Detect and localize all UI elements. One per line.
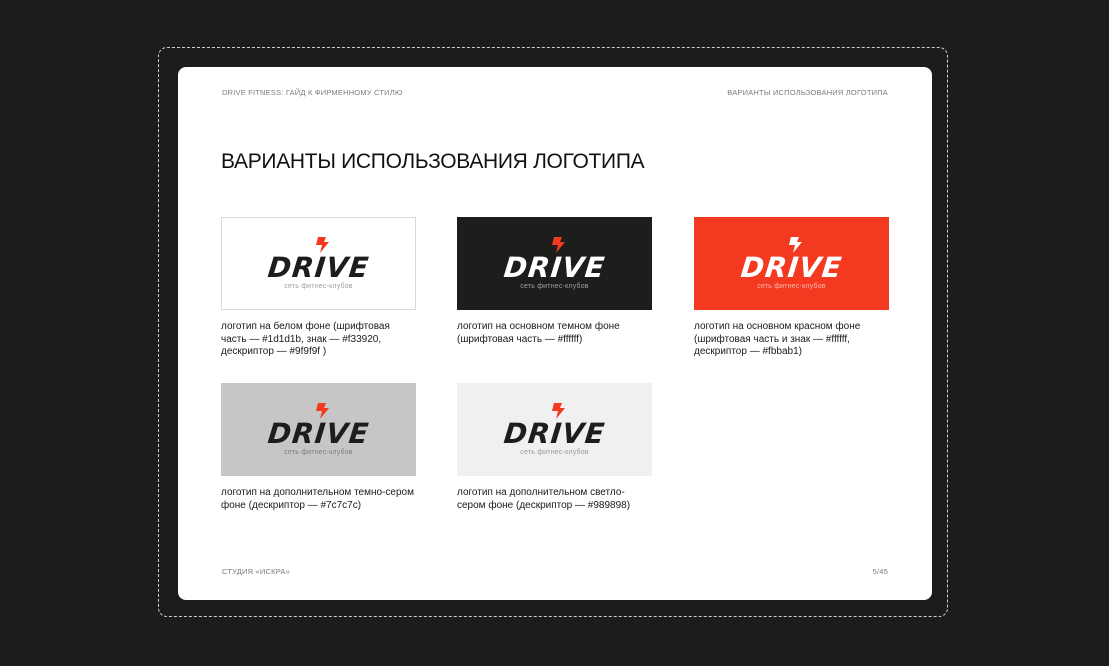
studio-name: СТУДИЯ «ИСКРА» [222,567,290,576]
logo-tile: DRIVE сеть фитнес-клубов [457,383,652,476]
logo-tile: DRIVE сеть фитнес-клубов [457,217,652,310]
logo-wordmark: DRIVE [739,251,844,284]
variant-caption: логотип на основном красном фоне (шрифто… [694,321,861,357]
logo-variant-dark: DRIVE сеть фитнес-клубов логотип на осно… [457,217,652,346]
guide-page: DRIVE FITNESS: ГАЙД К ФИРМЕННОМУ СТИЛЮ В… [178,67,932,600]
logo-variant-white: DRIVE сеть фитнес-клубов логотип на бело… [221,217,416,359]
drive-logo: DRIVE сеть фитнес-клубов [739,237,844,290]
logo-variant-dark-gray: DRIVE сеть фитнес-клубов логотип на допо… [221,383,416,512]
logo-wordmark: DRIVE [266,251,371,284]
drive-logo: DRIVE сеть фитнес-клубов [266,237,371,290]
drive-logo: DRIVE сеть фитнес-клубов [502,237,607,290]
variant-caption: логотип на основном темном фоне (шрифтов… [457,321,620,345]
logo-tile: DRIVE сеть фитнес-клубов [694,217,889,310]
document-title: DRIVE FITNESS: ГАЙД К ФИРМЕННОМУ СТИЛЮ [222,88,403,97]
logo-descriptor: сеть фитнес-клубов [520,283,589,290]
page-number: 5/45 [872,567,888,576]
logo-wordmark: DRIVE [502,251,607,284]
logo-tile: DRIVE сеть фитнес-клубов [221,217,416,310]
drive-logo: DRIVE сеть фитнес-клубов [266,403,371,456]
page-title: ВАРИАНТЫ ИСПОЛЬЗОВАНИЯ ЛОГОТИПА [221,150,645,173]
logo-descriptor: сеть фитнес-клубов [284,283,353,290]
logo-wordmark: DRIVE [266,417,371,450]
variant-caption: логотип на белом фоне (шрифтовая часть —… [221,321,390,357]
logo-descriptor: сеть фитнес-клубов [757,283,826,290]
logo-tile: DRIVE сеть фитнес-клубов [221,383,416,476]
drive-logo: DRIVE сеть фитнес-клубов [502,403,607,456]
logo-descriptor: сеть фитнес-клубов [284,449,353,456]
logo-descriptor: сеть фитнес-клубов [520,449,589,456]
logo-variant-light-gray: DRIVE сеть фитнес-клубов логотип на допо… [457,383,652,512]
logo-variant-red: DRIVE сеть фитнес-клубов логотип на осно… [694,217,889,359]
variant-caption: логотип на дополнительном темно-сером фо… [221,487,414,511]
logo-wordmark: DRIVE [502,417,607,450]
variant-caption: логотип на дополнительном светло-сером ф… [457,487,631,511]
section-name: ВАРИАНТЫ ИСПОЛЬЗОВАНИЯ ЛОГОТИПА [727,88,888,97]
